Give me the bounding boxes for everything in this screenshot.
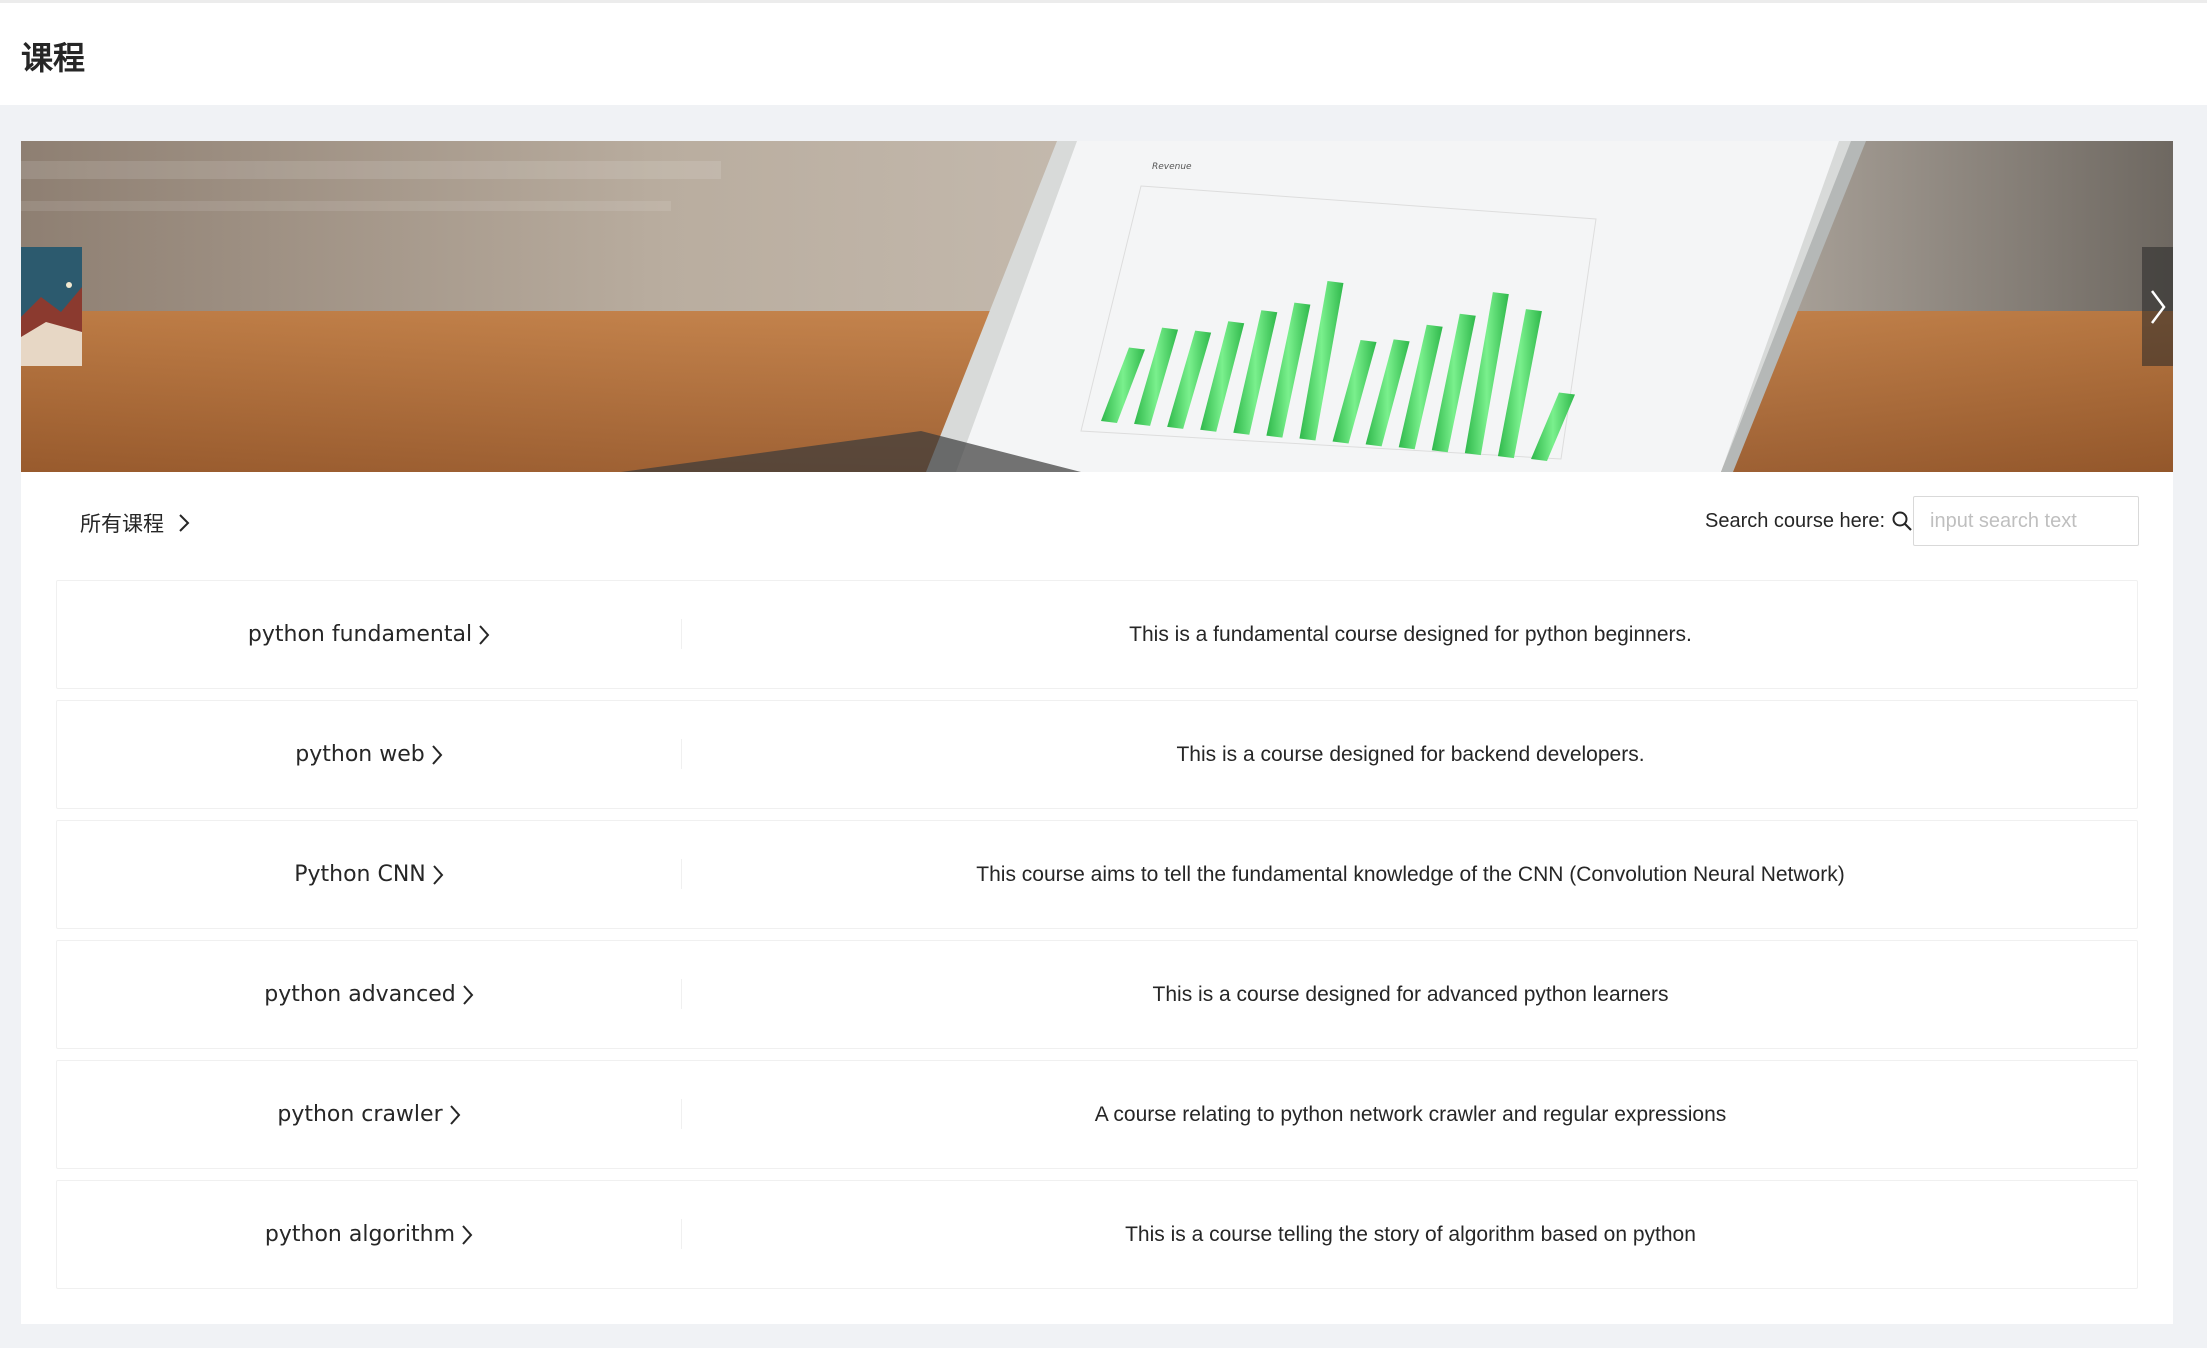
chevron-right-icon — [462, 1224, 473, 1245]
course-name-link[interactable]: Python CNN — [57, 821, 681, 928]
course-description: This is a course telling the story of al… — [1125, 1222, 1696, 1246]
chart-title-text: Revenue — [1152, 162, 1192, 172]
course-name[interactable]: python crawler — [277, 1102, 442, 1127]
page-title: 课程 — [21, 39, 86, 77]
course-description: This course aims to tell the fundamental… — [976, 862, 1845, 886]
course-row[interactable]: python algorithm This is a course tellin… — [56, 1180, 2138, 1289]
carousel-next-button[interactable] — [2142, 247, 2173, 366]
chevron-right-icon — [449, 1104, 460, 1125]
course-name[interactable]: python advanced — [264, 982, 455, 1007]
course-row[interactable]: python web This is a course designed for… — [56, 700, 2138, 809]
course-description: A course relating to python network craw… — [1094, 1102, 1727, 1126]
banner-carousel[interactable]: Revenue — [21, 141, 2173, 472]
course-name[interactable]: python web — [295, 742, 424, 767]
chevron-right-icon — [433, 864, 444, 885]
breadcrumb-label[interactable]: 所有课程 — [80, 508, 164, 538]
chevron-right-icon — [479, 624, 490, 645]
course-toolbar: 所有课程 Search course here: — [21, 472, 2173, 562]
course-row[interactable]: python advanced This is a course designe… — [56, 940, 2138, 1049]
course-name-link[interactable]: python algorithm — [57, 1181, 681, 1288]
course-description: This is a fundamental course designed fo… — [1129, 622, 1692, 646]
chevron-right-icon — [179, 514, 190, 532]
main-content-card: Revenue 所有课程 Search course here: input s… — [21, 141, 2173, 1324]
course-row[interactable]: python fundamental This is a fundamental… — [56, 580, 2138, 689]
chevron-right-icon — [2150, 289, 2166, 324]
course-name-link[interactable]: python web — [57, 701, 681, 808]
chevron-right-icon — [462, 984, 474, 1005]
course-row[interactable]: python crawler A course relating to pyth… — [56, 1060, 2138, 1169]
carousel-prev-thumbnail[interactable] — [21, 247, 82, 366]
banner-image: Revenue — [21, 141, 2173, 472]
course-description: This is a course designed for advanced p… — [1152, 982, 1669, 1006]
course-list: python fundamental This is a fundamental… — [56, 580, 2138, 1300]
search-label: Search course here: — [1705, 510, 1886, 532]
search-icon[interactable] — [1891, 510, 1913, 532]
top-header: 课程 — [0, 0, 2207, 105]
chevron-right-icon — [431, 744, 443, 765]
course-row[interactable]: Python CNN This course aims to tell the … — [56, 820, 2138, 929]
thumbnail-image — [21, 247, 82, 366]
course-name[interactable]: python fundamental — [248, 622, 472, 647]
course-name[interactable]: Python CNN — [294, 862, 426, 887]
course-name-link[interactable]: python advanced — [57, 941, 681, 1048]
course-description: This is a course designed for backend de… — [1176, 742, 1645, 766]
course-name[interactable]: python algorithm — [265, 1222, 455, 1247]
course-name-link[interactable]: python crawler — [57, 1061, 681, 1168]
course-name-link[interactable]: python fundamental — [57, 581, 681, 688]
breadcrumb[interactable]: 所有课程 — [80, 508, 190, 538]
search-input[interactable] — [1913, 496, 2139, 546]
